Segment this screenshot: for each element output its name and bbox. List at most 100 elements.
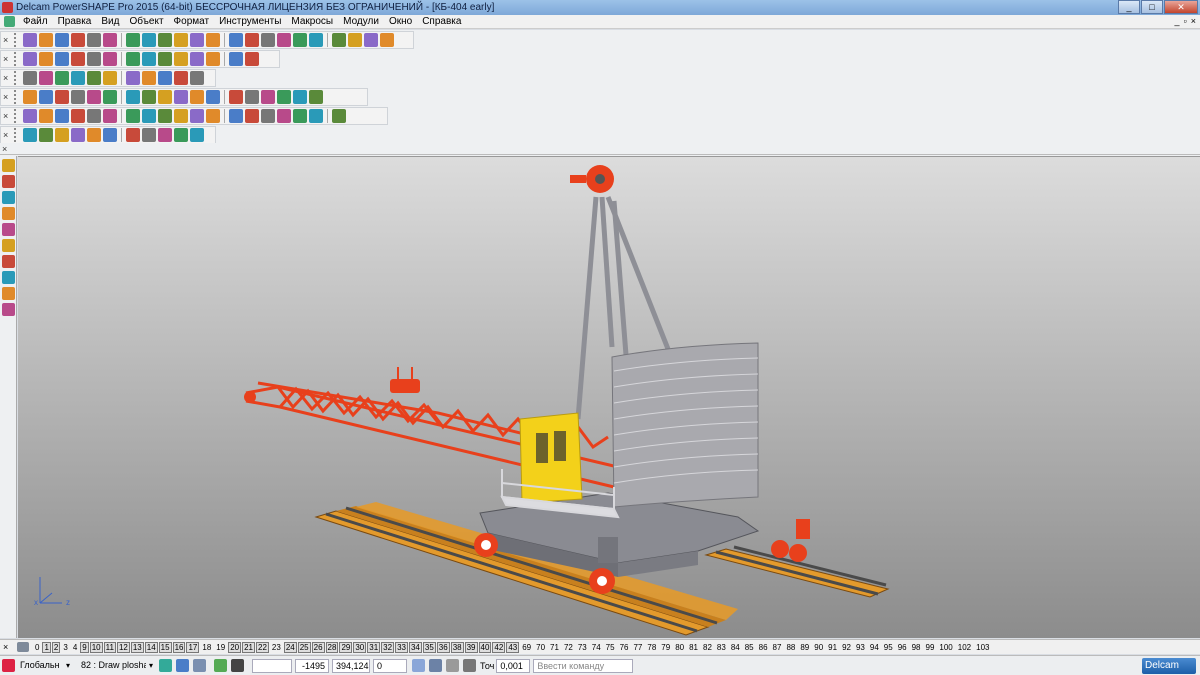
view-tool-icon[interactable]: [55, 52, 69, 66]
level-button[interactable]: 79: [659, 643, 672, 652]
menu-macros[interactable]: Макросы: [286, 16, 338, 27]
main-tool-icon[interactable]: [206, 33, 220, 47]
settings-icon[interactable]: [214, 659, 228, 672]
toolbar-grip[interactable]: [14, 128, 20, 142]
surface-tool-icon[interactable]: [39, 90, 53, 104]
object-tool-icon[interactable]: [174, 71, 188, 85]
level-button[interactable]: 74: [590, 643, 603, 652]
level-button[interactable]: 34: [408, 641, 422, 653]
main-tool-icon[interactable]: [39, 33, 53, 47]
level-button[interactable]: 0: [33, 643, 41, 652]
level-button[interactable]: 77: [631, 643, 644, 652]
close-icon[interactable]: ×: [2, 144, 11, 154]
main-tool-icon[interactable]: [261, 33, 275, 47]
solid-tool-icon[interactable]: [174, 128, 188, 142]
object-tool-icon[interactable]: [103, 71, 117, 85]
left-tool-icon[interactable]: [2, 223, 15, 236]
main-tool-icon[interactable]: [126, 33, 140, 47]
toolbar-grip[interactable]: [14, 33, 20, 47]
object-tool-icon[interactable]: [158, 71, 172, 85]
level-button[interactable]: 42: [492, 641, 506, 653]
measure-icon[interactable]: [463, 659, 477, 672]
level-button[interactable]: 88: [784, 643, 797, 652]
main-tool-icon[interactable]: [158, 33, 172, 47]
level-button[interactable]: 94: [868, 643, 881, 652]
view-tool-icon[interactable]: [190, 52, 204, 66]
view-tool-icon[interactable]: [23, 52, 37, 66]
object-tool-icon[interactable]: [126, 71, 140, 85]
edit-tool-icon[interactable]: [55, 109, 69, 123]
level-button[interactable]: 33: [395, 641, 408, 653]
edit-tool-icon[interactable]: [190, 109, 204, 123]
level-button[interactable]: 102: [956, 643, 973, 652]
object-tool-icon[interactable]: [87, 71, 101, 85]
hatch-icon[interactable]: [231, 659, 245, 672]
solid-tool-icon[interactable]: [142, 128, 156, 142]
surface-tool-icon[interactable]: [103, 90, 117, 104]
doc-minimize-button[interactable]: _: [1175, 16, 1180, 26]
level-dropdown-icon[interactable]: ▾: [149, 661, 153, 670]
edit-tool-icon[interactable]: [245, 109, 259, 123]
surface-tool-icon[interactable]: [293, 90, 307, 104]
level-button[interactable]: 86: [757, 643, 770, 652]
object-tool-icon[interactable]: [190, 71, 204, 85]
maximize-button[interactable]: □: [1141, 0, 1163, 14]
level-button[interactable]: 73: [576, 643, 589, 652]
level-button[interactable]: 10: [89, 641, 103, 653]
edit-tool-icon[interactable]: [261, 109, 275, 123]
workplane-select[interactable]: Глобальн: [17, 659, 63, 673]
level-button[interactable]: 40: [478, 641, 492, 653]
level-button[interactable]: 24: [283, 641, 297, 653]
level-button[interactable]: 84: [729, 643, 742, 652]
object-tool-icon[interactable]: [55, 71, 69, 85]
level-button[interactable]: 18: [200, 643, 213, 652]
level-button[interactable]: 15: [158, 641, 172, 653]
view-tool-icon[interactable]: [87, 52, 101, 66]
level-button[interactable]: 19: [214, 643, 227, 652]
level-button[interactable]: 25: [297, 641, 311, 653]
close-icon[interactable]: ×: [3, 130, 12, 140]
main-tool-icon[interactable]: [332, 33, 346, 47]
close-icon[interactable]: ×: [3, 642, 15, 652]
level-button[interactable]: 70: [534, 643, 547, 652]
document-icon[interactable]: [4, 16, 15, 27]
edit-tool-icon[interactable]: [39, 109, 53, 123]
main-tool-icon[interactable]: [23, 33, 37, 47]
level-button[interactable]: 89: [798, 643, 811, 652]
level-button[interactable]: 23: [270, 643, 283, 652]
edit-tool-icon[interactable]: [293, 109, 307, 123]
menu-view[interactable]: Вид: [96, 16, 124, 27]
menu-format[interactable]: Формат: [169, 16, 215, 27]
surface-tool-icon[interactable]: [174, 90, 188, 104]
close-icon[interactable]: ×: [3, 111, 12, 121]
menu-object[interactable]: Объект: [124, 16, 168, 27]
level-button[interactable]: 78: [645, 643, 658, 652]
tolerance-field[interactable]: 0,001: [496, 658, 531, 673]
levels-icon[interactable]: [17, 642, 29, 652]
solid-tool-icon[interactable]: [87, 128, 101, 142]
left-tool-icon[interactable]: [2, 191, 15, 204]
main-tool-icon[interactable]: [229, 33, 243, 47]
main-tool-icon[interactable]: [55, 33, 69, 47]
level-button[interactable]: 75: [604, 643, 617, 652]
level-button[interactable]: 43: [506, 641, 520, 653]
solid-tool-icon[interactable]: [39, 128, 53, 142]
list-icon[interactable]: [429, 659, 443, 672]
surface-tool-icon[interactable]: [126, 90, 140, 104]
main-tool-icon[interactable]: [190, 33, 204, 47]
edit-tool-icon[interactable]: [277, 109, 291, 123]
toolbar-grip[interactable]: [14, 71, 20, 85]
ruler-icon[interactable]: [446, 659, 460, 672]
y-coordinate[interactable]: 394,124: [332, 658, 371, 673]
calculator-icon[interactable]: [412, 659, 426, 672]
minimize-button[interactable]: _: [1118, 0, 1140, 14]
toolbar-grip[interactable]: [14, 52, 20, 66]
level-button[interactable]: 72: [562, 643, 575, 652]
solid-tool-icon[interactable]: [55, 128, 69, 142]
view-tool-icon[interactable]: [126, 52, 140, 66]
toolbar-grip[interactable]: [14, 90, 20, 104]
level-button[interactable]: 83: [715, 643, 728, 652]
level-button[interactable]: 71: [548, 643, 561, 652]
main-tool-icon[interactable]: [87, 33, 101, 47]
object-tool-icon[interactable]: [142, 71, 156, 85]
